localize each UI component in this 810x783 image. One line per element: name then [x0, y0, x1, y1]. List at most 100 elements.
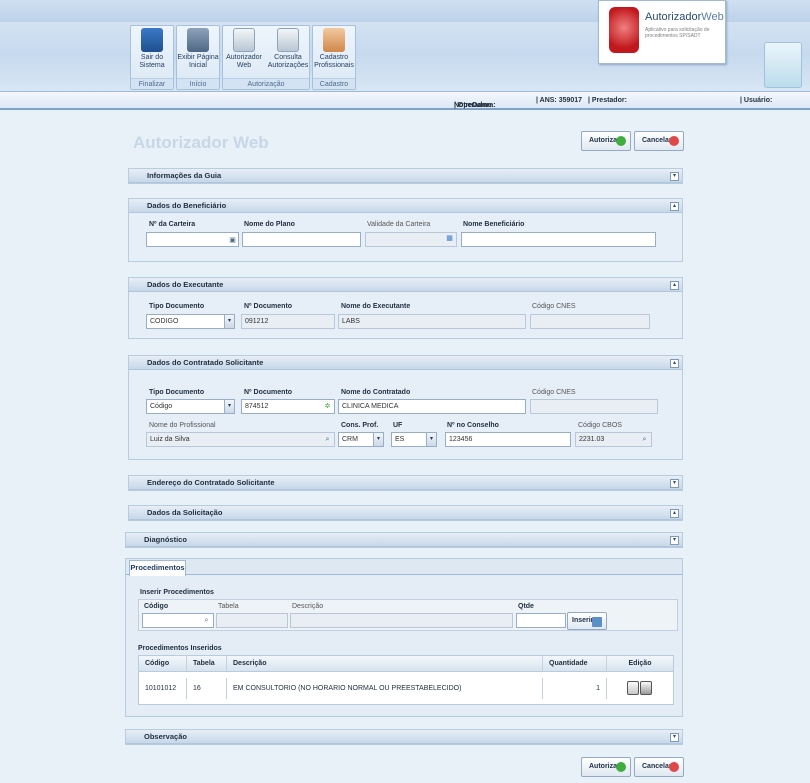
chevron-down-icon[interactable]: ▾: [373, 433, 383, 446]
exit-button[interactable]: Sair do Sistema: [131, 28, 173, 78]
home-button[interactable]: Exibir Página Inicial: [177, 28, 219, 78]
cancelar-button-top[interactable]: Cancelar: [634, 131, 684, 151]
col-descricao[interactable]: Descrição: [227, 656, 543, 672]
consulta-autorizacoes-button[interactable]: Consulta Autorizações: [267, 28, 309, 78]
collapse-icon[interactable]: ▴: [670, 202, 679, 211]
check-icon: [616, 762, 626, 772]
panel-header[interactable]: Informações da Guia: [129, 169, 682, 183]
numero-documento-label: Nº Documento: [244, 389, 293, 396]
cancelar-button-bottom[interactable]: Cancelar: [634, 757, 684, 777]
panel-header[interactable]: Dados da Solicitação: [129, 506, 682, 520]
nome-executante-label: Nome do Executante: [341, 303, 411, 310]
numero-documento-label: Nº Documento: [244, 303, 293, 310]
nome-beneficiario-input[interactable]: [461, 232, 656, 247]
cancelar-label: Cancelar: [642, 137, 672, 144]
table-row[interactable]: 10101012 16 EM CONSULTORIO (NO HORARIO N…: [139, 678, 673, 699]
help-person-icon[interactable]: [764, 42, 802, 88]
nome-beneficiario-label: Nome Beneficiário: [463, 221, 525, 228]
cadastro-profissionais-button[interactable]: Cadastro Profissionais: [313, 28, 355, 78]
tipo-documento-label: Tipo Documento: [149, 303, 205, 310]
descricao-input[interactable]: [290, 613, 513, 628]
cons-prof-value: CRM: [342, 436, 358, 443]
cnes-input[interactable]: [530, 399, 658, 414]
codigo-input[interactable]: ⌕: [142, 613, 214, 628]
collapse-icon[interactable]: ▴: [670, 281, 679, 290]
ans-info: | ANS: 359017: [536, 97, 583, 104]
chevron-down-icon[interactable]: ▾: [224, 400, 234, 413]
delete-icon[interactable]: [640, 681, 652, 695]
check-icon: [616, 136, 626, 146]
numero-documento-input[interactable]: 091212: [241, 314, 335, 329]
tipo-documento-select[interactable]: CODIGO ▾: [146, 314, 235, 329]
panel-endereco: Endereço do Contratado Solicitante ▾: [128, 475, 683, 491]
refresh-icon[interactable]: ✲: [323, 402, 332, 411]
expand-icon[interactable]: ▾: [670, 733, 679, 742]
tabela-input[interactable]: [216, 613, 288, 628]
tipo-documento-select[interactable]: Código ▾: [146, 399, 235, 414]
cnes-input[interactable]: [530, 314, 650, 329]
uf-select[interactable]: ES ▾: [391, 432, 437, 447]
panel-header[interactable]: Dados do Beneficiário: [129, 199, 682, 213]
carteira-input[interactable]: [146, 232, 239, 247]
col-edicao[interactable]: Edição: [607, 656, 673, 672]
inserir-button[interactable]: Inserir: [567, 612, 607, 630]
col-codigo[interactable]: Código: [139, 656, 187, 672]
expand-icon[interactable]: ▾: [670, 536, 679, 545]
cnes-label: Código CNES: [532, 389, 576, 396]
cancelar-label: Cancelar: [642, 763, 672, 770]
panel-contratado: Dados do Contratado Solicitante ▴ Tipo D…: [128, 355, 683, 460]
panel-header[interactable]: Dados do Executante: [129, 278, 682, 292]
conselho-input[interactable]: 123456: [445, 432, 571, 447]
card-icon[interactable]: ▣: [228, 236, 237, 245]
edit-icon[interactable]: [627, 681, 639, 695]
validade-input[interactable]: [365, 232, 457, 247]
ribbon-group-cadastro: Cadastro Profissionais Cadastro: [312, 25, 356, 90]
expand-icon[interactable]: ▾: [670, 172, 679, 181]
collapse-icon[interactable]: ▴: [670, 359, 679, 368]
panel-header[interactable]: Dados do Contratado Solicitante: [129, 356, 682, 370]
cell-tabela: 16: [187, 678, 227, 699]
expand-icon[interactable]: ▾: [670, 479, 679, 488]
autorizar-button-bottom[interactable]: Autorizar: [581, 757, 631, 777]
plano-input[interactable]: [242, 232, 361, 247]
uf-label: UF: [393, 422, 403, 429]
validade-label: Validade da Carteira: [367, 221, 431, 228]
cadastro-profissionais-label: Cadastro Profissionais: [314, 54, 354, 69]
profissional-value: Luiz da Silva: [150, 436, 190, 443]
panel-header[interactable]: Endereço do Contratado Solicitante: [129, 476, 682, 490]
chevron-down-icon[interactable]: ▾: [426, 433, 436, 446]
insert-icon: [592, 617, 602, 627]
panel-header[interactable]: Observação: [126, 730, 682, 744]
autorizador-web-button[interactable]: Autorizador Web: [223, 28, 265, 78]
profissional-input[interactable]: Luiz da Silva ⌕: [146, 432, 335, 447]
conselho-label: Nº no Conselho: [447, 422, 499, 429]
search-icon[interactable]: ⌕: [323, 435, 332, 444]
ribbon-group-label: Finalizar: [131, 78, 173, 89]
cbos-input[interactable]: 2231.03 ⌕: [575, 432, 652, 447]
info-bar: | Operadora: NotreDame | ANS: 359017 | Pr…: [0, 92, 810, 110]
panel-header[interactable]: Diagnóstico: [126, 533, 682, 547]
nome-contratado-input[interactable]: CLINICA MEDICA: [338, 399, 526, 414]
table-header: Código Tabela Descrição Quantidade Ediçã…: [139, 656, 673, 672]
search-icon[interactable]: ⌕: [202, 616, 211, 625]
cbos-value: 2231.03: [579, 436, 605, 443]
autorizar-button-top[interactable]: Autorizar: [581, 131, 631, 151]
search-icon[interactable]: ⌕: [640, 435, 649, 444]
col-quantidade[interactable]: Quantidade: [543, 656, 607, 672]
numero-documento-input[interactable]: 874512 ✲: [241, 399, 335, 414]
nome-executante-input[interactable]: LABS: [338, 314, 526, 329]
cons-prof-select[interactable]: CRM ▾: [338, 432, 384, 447]
calendar-icon[interactable]: ▦: [445, 234, 454, 243]
tipo-documento-value: CODIGO: [150, 318, 179, 325]
cnes-label: Código CNES: [532, 303, 576, 310]
chevron-down-icon[interactable]: ▾: [224, 315, 234, 328]
col-tabela[interactable]: Tabela: [187, 656, 227, 672]
panel-procedimentos: Procedimentos Inserir Procedimentos Códi…: [125, 558, 683, 717]
qtde-input[interactable]: [516, 613, 566, 628]
ribbon-group-autorizacao: Autorizador Web Consulta Autorizações Au…: [222, 25, 310, 90]
qtde-label: Qtde: [518, 603, 534, 610]
tab-procedimentos[interactable]: Procedimentos: [129, 560, 186, 576]
numero-documento-value: 874512: [245, 403, 269, 410]
cell-quantidade: 1: [543, 678, 607, 699]
collapse-icon[interactable]: ▴: [670, 509, 679, 518]
